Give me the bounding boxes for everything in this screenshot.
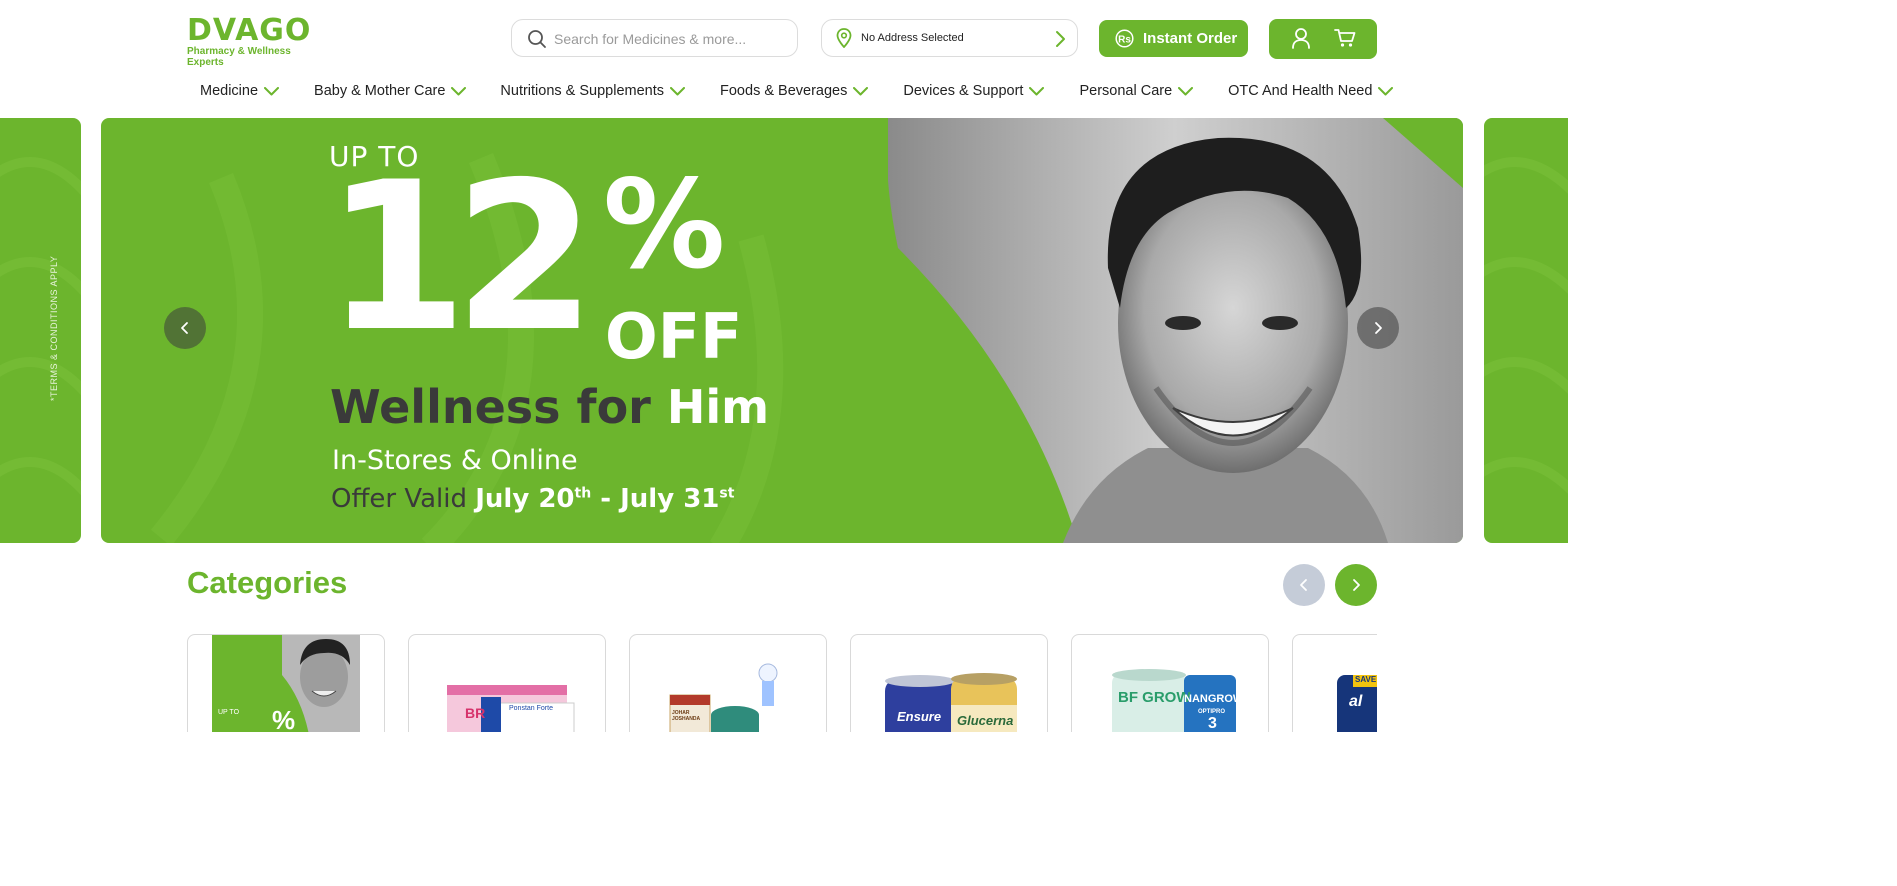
- product-brand-abbr: BR: [465, 705, 486, 721]
- nav-item-label: Personal Care: [1079, 83, 1173, 99]
- search-icon: [528, 30, 546, 48]
- nav-item-devices-support[interactable]: Devices & Support: [903, 82, 1045, 100]
- category-nav: Medicine Baby & Mother Care Nutritions &…: [200, 82, 1394, 100]
- category-card[interactable]: UP TO %: [187, 634, 385, 732]
- chevron-right-icon: [1375, 322, 1382, 334]
- offer-start-suffix: th: [574, 485, 592, 502]
- product-image-nutrition: [885, 673, 1017, 732]
- nav-item-label: Devices & Support: [903, 83, 1024, 99]
- mini-banner-upto: UP TO: [218, 709, 240, 716]
- product-name: BF GROW: [1118, 689, 1191, 706]
- brand-logo[interactable]: DVAGO Pharmacy & Wellness Experts: [187, 13, 317, 69]
- hero-banner[interactable]: UP TO 12 % OFF Wellness for Him In-Store…: [101, 118, 1463, 543]
- category-card[interactable]: BR Ponstan Forte: [408, 634, 606, 732]
- chevron-left-icon: [1300, 579, 1307, 591]
- banner-subline: In-Stores & Online: [332, 445, 578, 476]
- nav-item-label: OTC And Health Need: [1228, 83, 1373, 99]
- chevron-down-icon: [1029, 86, 1045, 95]
- product-image-formula: [1112, 669, 1236, 732]
- categories-next-button[interactable]: [1335, 564, 1377, 606]
- instant-order-label: Instant Order: [1143, 30, 1238, 47]
- chevron-down-icon: [1378, 86, 1394, 95]
- nav-item-label: Nutritions & Supplements: [500, 83, 665, 99]
- offer-end-suffix: st: [719, 485, 735, 502]
- chevron-down-icon: [1178, 86, 1194, 95]
- offer-end: - July 31: [591, 484, 720, 514]
- nav-item-label: Baby & Mother Care: [314, 83, 446, 99]
- chevron-down-icon: [853, 86, 869, 95]
- leaf-pattern: [0, 157, 81, 496]
- nav-item-label: Medicine: [200, 83, 259, 99]
- svg-text:Rs: Rs: [1118, 35, 1131, 46]
- product-badge: SAVE: [1355, 675, 1377, 684]
- categories-strip: UP TO % BR Ponstan Forte JOHAR JOSHANDA: [187, 634, 1377, 732]
- offer-prefix: Offer Valid: [331, 484, 476, 514]
- product-name: JOHAR JOSHANDA: [672, 710, 701, 722]
- chevron-left-icon: [181, 322, 188, 334]
- logo-tagline: Pharmacy & Wellness Experts: [187, 46, 291, 68]
- category-card[interactable]: SAVE al: [1292, 634, 1377, 732]
- carousel-next-button[interactable]: [1357, 307, 1399, 349]
- category-card[interactable]: JOHAR JOSHANDA: [629, 634, 827, 732]
- chevron-right-icon: [1353, 579, 1360, 591]
- product-name: NANGROW: [1184, 693, 1244, 705]
- nav-item-medicine[interactable]: Medicine: [200, 82, 280, 100]
- address-label: No Address Selected: [861, 32, 964, 44]
- chevron-down-icon: [670, 86, 686, 95]
- chevron-down-icon: [264, 86, 280, 95]
- carousel-prev-button[interactable]: [164, 307, 206, 349]
- banner-percent-sign: %: [603, 154, 726, 296]
- offer-dates: July 20th - July 31st: [475, 484, 734, 514]
- leaf-pattern: [1484, 157, 1568, 494]
- instant-order-button[interactable]: Rs Instant Order: [1099, 20, 1248, 57]
- address-selector[interactable]: No Address Selected: [821, 19, 1078, 57]
- rupee-circle-icon: Rs: [1115, 29, 1134, 48]
- terms-conditions-text: *TERMS & CONDITIONS APPLY: [49, 255, 59, 401]
- banner-off: OFF: [605, 300, 743, 373]
- nav-item-personal-care[interactable]: Personal Care: [1079, 82, 1194, 100]
- offer-start: July 20: [475, 484, 575, 514]
- product-name: Ponstan Forte: [509, 705, 553, 712]
- previous-slide-peek[interactable]: *TERMS & CONDITIONS APPLY: [0, 118, 81, 543]
- chevron-right-icon: [1056, 31, 1065, 47]
- product-name: al: [1349, 693, 1363, 710]
- category-card[interactable]: BF GROW NANGROW OPTIPRO 3: [1071, 634, 1269, 732]
- banner-headline: Wellness for Him: [330, 380, 769, 434]
- nav-item-otc-health-need[interactable]: OTC And Health Need: [1228, 82, 1394, 100]
- search-input[interactable]: [552, 28, 791, 50]
- account-cart-group: [1269, 19, 1377, 59]
- cart-icon[interactable]: [1334, 28, 1356, 48]
- categories-prev-button[interactable]: [1283, 564, 1325, 606]
- category-thumbnail: UP TO %: [212, 635, 360, 732]
- product-name: Ensure: [897, 709, 942, 724]
- location-pin-icon: [836, 28, 852, 48]
- user-icon[interactable]: [1291, 27, 1311, 49]
- nav-item-baby-mother-care[interactable]: Baby & Mother Care: [314, 82, 467, 100]
- banner-discount-amount: 12: [325, 139, 596, 377]
- nav-item-foods-beverages[interactable]: Foods & Beverages: [720, 82, 869, 100]
- nav-item-label: Foods & Beverages: [720, 83, 848, 99]
- banner-offer-validity: Offer Valid July 20th - July 31st: [331, 484, 734, 514]
- search-box[interactable]: [511, 19, 798, 57]
- product-name: Glucerna: [957, 713, 1014, 728]
- next-slide-peek[interactable]: [1484, 118, 1568, 543]
- chevron-down-icon: [451, 86, 467, 95]
- headline-part-b: Him: [666, 380, 770, 434]
- logo-wordmark: DVAGO: [187, 13, 312, 48]
- categories-title: Categories: [187, 565, 348, 600]
- product-image-pain-relief: [447, 685, 575, 732]
- mini-banner-percent: %: [272, 705, 296, 732]
- nav-item-nutritions-supplements[interactable]: Nutritions & Supplements: [500, 82, 686, 100]
- product-image-herbal: [669, 663, 778, 732]
- headline-part-a: Wellness for: [330, 380, 667, 434]
- product-stage: 3: [1208, 715, 1217, 732]
- category-card[interactable]: Ensure Glucerna: [850, 634, 1048, 732]
